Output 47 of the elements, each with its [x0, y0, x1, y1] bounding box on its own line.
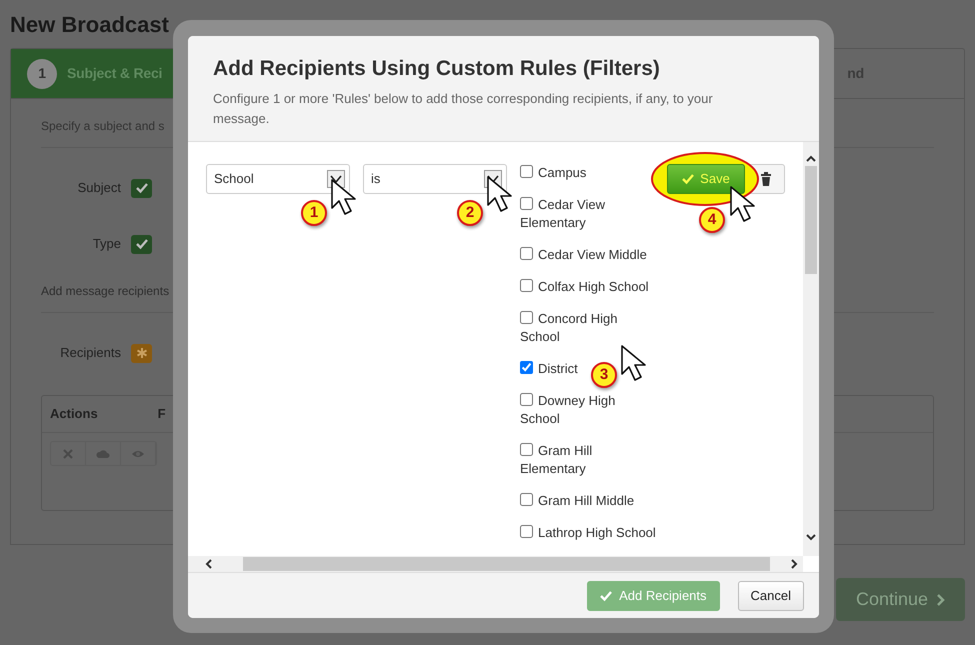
- cursor-icon: [330, 178, 358, 217]
- field-label: Type: [92, 235, 121, 254]
- hint-text: Add message recipients: [41, 283, 170, 300]
- checkbox[interactable]: [520, 165, 533, 178]
- checkbox[interactable]: [520, 279, 533, 292]
- check-icon: [136, 238, 148, 250]
- checkbox-option[interactable]: Gram Hill Middle: [520, 492, 634, 510]
- checkbox-option[interactable]: Lathrop High School: [520, 524, 656, 542]
- scroll-thumb[interactable]: [243, 557, 770, 572]
- checkbox-option[interactable]: Gram Hill Elementary: [520, 442, 657, 478]
- cancel-button[interactable]: Cancel: [738, 580, 804, 611]
- close-icon: [61, 446, 75, 460]
- cursor-icon: [486, 175, 514, 214]
- checkbox-option[interactable]: Downey High School: [520, 392, 657, 428]
- dialog-description: Configure 1 or more 'Rules' below to add those corresponding recipients, if any, to your message.: [213, 90, 714, 128]
- check-icon: [136, 182, 148, 194]
- checkbox[interactable]: [520, 443, 533, 456]
- checkbox[interactable]: [520, 311, 533, 324]
- field-label: Recipients: [59, 344, 121, 362]
- checkbox[interactable]: [520, 247, 533, 260]
- checkbox-option[interactable]: Cedar View Middle: [520, 246, 647, 264]
- field-label: Subject: [76, 179, 121, 198]
- check-icon: [682, 173, 694, 186]
- check-icon: [600, 590, 612, 602]
- horizontal-scrollbar[interactable]: [188, 556, 803, 572]
- checkbox-option[interactable]: District: [520, 360, 578, 378]
- asterisk-icon: [136, 347, 148, 359]
- checkbox[interactable]: [520, 393, 533, 406]
- trash-icon: [760, 172, 772, 186]
- column-header: Actions: [50, 405, 98, 423]
- page-title: New Broadcast: [10, 12, 170, 38]
- dialog-title: Add Recipients Using Custom Rules (Filters): [213, 56, 661, 82]
- chevron-icon: [936, 594, 946, 606]
- checkbox[interactable]: [520, 493, 533, 506]
- step-number: 1: [27, 58, 57, 88]
- cursor-icon: [620, 344, 648, 383]
- scroll-thumb[interactable]: [805, 166, 817, 274]
- cursor-icon: [729, 185, 757, 224]
- checkbox-option[interactable]: Colfax High School: [520, 278, 649, 296]
- checkbox[interactable]: [520, 525, 533, 538]
- checkbox-option[interactable]: Cedar View Elementary: [520, 196, 657, 232]
- vertical-scrollbar[interactable]: [803, 142, 819, 556]
- column-header: F: [158, 405, 166, 423]
- checkbox[interactable]: [520, 361, 533, 374]
- checkbox[interactable]: [520, 197, 533, 210]
- checkbox-option[interactable]: Concord High School: [520, 310, 657, 346]
- checkbox-option[interactable]: Campus: [520, 164, 586, 182]
